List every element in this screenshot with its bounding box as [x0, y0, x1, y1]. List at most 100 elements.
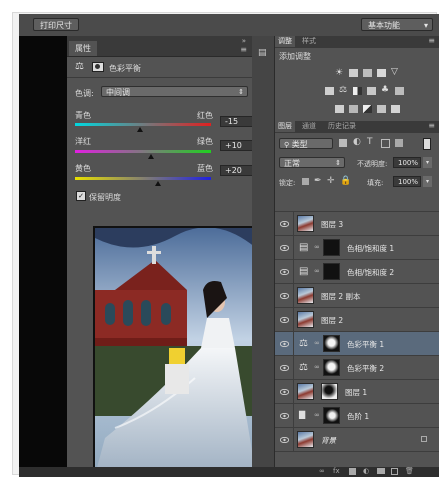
- hue-saturation-icon[interactable]: ▤: [299, 242, 308, 253]
- print-size-button[interactable]: 打印尺寸: [33, 18, 79, 31]
- hue-saturation-icon[interactable]: ▤: [299, 266, 308, 277]
- new-adjustment-icon[interactable]: ◐: [363, 467, 369, 475]
- tone-select[interactable]: 中间调 ⇕: [101, 86, 248, 97]
- layer-mask-thumbnail[interactable]: [323, 335, 340, 352]
- posterize-icon[interactable]: [349, 105, 358, 113]
- layer-thumbnail[interactable]: [297, 383, 314, 400]
- magenta-green-slider-track[interactable]: [75, 150, 211, 153]
- invert-icon[interactable]: [335, 105, 344, 113]
- layer-row[interactable]: 图层 2 副本: [275, 284, 439, 308]
- layer-thumbnail[interactable]: [297, 215, 314, 232]
- levels-icon[interactable]: [349, 69, 358, 77]
- cyan-red-slider-thumb[interactable]: [137, 127, 143, 132]
- tab-properties[interactable]: 属性: [69, 41, 97, 56]
- levels-icon[interactable]: ▇: [299, 410, 305, 419]
- new-layer-icon[interactable]: [391, 468, 398, 475]
- link-layers-icon[interactable]: ∞: [319, 467, 325, 475]
- filter-text-icon[interactable]: T: [367, 137, 373, 147]
- layer-thumbnail[interactable]: [297, 431, 314, 448]
- blend-mode-select[interactable]: 正常 ⇕: [279, 157, 345, 168]
- add-mask-icon[interactable]: [349, 468, 356, 475]
- filter-pixel-icon[interactable]: [339, 139, 347, 147]
- photo-filter-icon[interactable]: [367, 87, 376, 95]
- bw-icon[interactable]: [353, 87, 362, 95]
- filter-smart-icon[interactable]: [395, 139, 403, 147]
- tab-layers[interactable]: 图层: [275, 121, 295, 132]
- color-balance-icon[interactable]: ⚖: [299, 338, 308, 349]
- panel-menu-icon[interactable]: ≡: [240, 45, 247, 54]
- eye-icon[interactable]: [279, 268, 290, 276]
- yellow-blue-value[interactable]: +20: [220, 165, 254, 176]
- checkbox-checked-icon[interactable]: ✓: [76, 191, 86, 201]
- layer-row[interactable]: ▇ ∞ 色阶 1: [275, 404, 439, 428]
- layer-mask-thumbnail[interactable]: [321, 383, 338, 400]
- layer-row[interactable]: ⚖ ∞ 色彩平衡 1: [275, 332, 439, 356]
- vibrance-icon[interactable]: ▽: [391, 67, 400, 77]
- layer-row[interactable]: 背景: [275, 428, 439, 452]
- layer-mask-thumbnail[interactable]: [323, 407, 340, 424]
- layer-row[interactable]: 图层 3: [275, 212, 439, 236]
- fx-icon[interactable]: fx: [333, 467, 340, 475]
- panel-menu-icon[interactable]: ≡: [428, 36, 435, 45]
- color-balance-icon[interactable]: ⚖: [299, 362, 308, 373]
- new-group-icon[interactable]: [377, 468, 385, 474]
- eye-icon[interactable]: [279, 220, 290, 228]
- tab-styles[interactable]: 样式: [299, 36, 319, 47]
- exposure-icon[interactable]: [377, 69, 386, 77]
- hue-sat-icon[interactable]: [325, 87, 334, 95]
- tab-adjustments[interactable]: 调整: [275, 36, 295, 47]
- collapse-icon[interactable]: »: [242, 37, 246, 45]
- layer-thumbnail[interactable]: [297, 287, 314, 304]
- lock-position-icon[interactable]: ✛: [327, 176, 335, 186]
- eye-icon[interactable]: [279, 364, 290, 372]
- delete-layer-icon[interactable]: 🗑: [405, 467, 414, 475]
- cyan-red-value[interactable]: -15: [220, 116, 254, 127]
- threshold-icon[interactable]: [363, 105, 372, 113]
- curves-icon[interactable]: [363, 69, 372, 77]
- magenta-green-slider-thumb[interactable]: [148, 154, 154, 159]
- chain-link-icon[interactable]: ∞: [314, 339, 320, 347]
- balance-icon[interactable]: ⚖: [339, 85, 348, 95]
- brightness-icon[interactable]: ☀: [335, 68, 344, 78]
- dropdown-arrow-icon[interactable]: ▾: [423, 176, 432, 187]
- tab-channels[interactable]: 通道: [299, 121, 319, 132]
- dock-expand-icon[interactable]: ▤: [258, 48, 267, 58]
- layer-row[interactable]: ⚖ ∞ 色彩平衡 2: [275, 356, 439, 380]
- lock-transparency-icon[interactable]: [302, 178, 309, 185]
- yellow-blue-slider-thumb[interactable]: [155, 181, 161, 186]
- gradient-map-icon[interactable]: [377, 105, 386, 113]
- panel-menu-icon[interactable]: ≡: [428, 121, 435, 130]
- layer-row[interactable]: ▤ ∞ 色相/饱和度 1: [275, 236, 439, 260]
- filter-adjust-icon[interactable]: ◐: [353, 137, 361, 147]
- layer-mask-thumbnail[interactable]: [323, 239, 340, 256]
- magenta-green-value[interactable]: +10: [220, 140, 254, 151]
- opacity-input[interactable]: 100%: [393, 157, 421, 168]
- chain-link-icon[interactable]: ∞: [314, 363, 320, 371]
- selective-color-icon[interactable]: [391, 105, 400, 113]
- filter-shape-icon[interactable]: [381, 139, 390, 148]
- workspace-select[interactable]: 基本功能 ▾: [361, 18, 433, 31]
- layer-thumbnail[interactable]: [297, 311, 314, 328]
- cyan-red-slider-track[interactable]: [75, 123, 211, 126]
- layer-mask-thumbnail[interactable]: [323, 263, 340, 280]
- yellow-blue-slider-track[interactable]: [75, 177, 211, 180]
- color-lookup-icon[interactable]: [395, 87, 404, 95]
- eye-icon[interactable]: [279, 292, 290, 300]
- layer-row[interactable]: ▤ ∞ 色相/饱和度 2: [275, 260, 439, 284]
- layer-row[interactable]: 图层 2: [275, 308, 439, 332]
- lock-pixels-icon[interactable]: ✒: [314, 176, 322, 186]
- chain-link-icon[interactable]: ∞: [314, 267, 320, 275]
- layer-filter-select[interactable]: ⚲ 类型: [279, 138, 333, 149]
- eye-icon[interactable]: [279, 388, 290, 396]
- tab-history[interactable]: 历史记录: [325, 121, 359, 132]
- eye-icon[interactable]: [279, 412, 290, 420]
- eye-icon[interactable]: [279, 436, 290, 444]
- lock-all-icon[interactable]: 🔒: [340, 176, 351, 186]
- layer-mask-thumbnail[interactable]: [323, 359, 340, 376]
- mask-icon[interactable]: [92, 62, 104, 72]
- chain-link-icon[interactable]: ∞: [314, 243, 320, 251]
- dropdown-arrow-icon[interactable]: ▾: [423, 157, 432, 168]
- layer-row[interactable]: 图层 1: [275, 380, 439, 404]
- channel-mixer-icon[interactable]: ♣: [381, 85, 390, 95]
- eye-icon[interactable]: [279, 316, 290, 324]
